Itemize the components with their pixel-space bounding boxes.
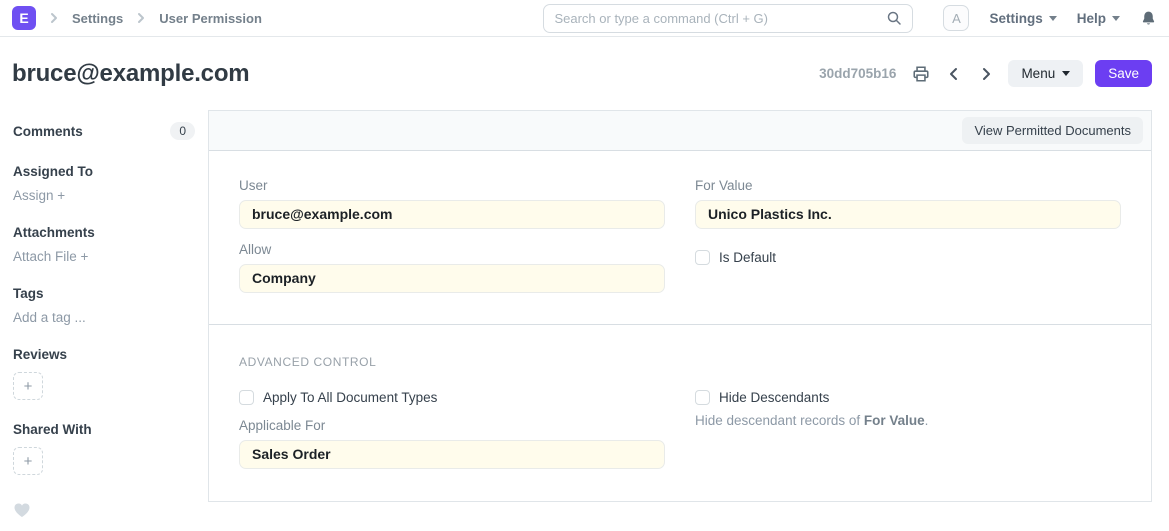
description-text: .	[925, 413, 929, 428]
page-body: Comments 0 Assigned To Assign + Attachme…	[0, 110, 1169, 531]
allow-field-label: Allow	[239, 242, 665, 257]
document-hash: 30dd705b16	[819, 66, 896, 81]
help-dropdown[interactable]: Help	[1077, 11, 1120, 26]
help-dropdown-label: Help	[1077, 11, 1106, 26]
settings-dropdown-label: Settings	[989, 11, 1042, 26]
app-logo[interactable]: E	[12, 6, 36, 30]
chevron-down-icon	[1062, 71, 1070, 76]
form-section-main: User bruce@example.com Allow Company For…	[209, 151, 1151, 325]
apply-to-all-document-types-label[interactable]: Apply To All Document Types	[263, 390, 437, 405]
attachments-heading: Attachments	[13, 225, 195, 240]
breadcrumb-chevron-icon	[133, 10, 149, 26]
breadcrumb-chevron-icon	[46, 10, 62, 26]
shared-with-heading: Shared With	[13, 422, 195, 437]
advanced-control-heading: ADVANCED CONTROL	[239, 355, 1121, 369]
for-value-field-label: For Value	[695, 178, 1121, 193]
column-right: Hide Descendants Hide descendant records…	[695, 369, 1121, 469]
is-default-checkbox[interactable]	[695, 250, 710, 265]
user-field-label: User	[239, 178, 665, 193]
page-title: bruce@example.com	[12, 60, 249, 88]
tags-heading: Tags	[13, 286, 195, 301]
previous-document-button[interactable]	[944, 64, 964, 84]
save-button[interactable]: Save	[1095, 60, 1152, 87]
is-default-label[interactable]: Is Default	[719, 250, 776, 265]
search-icon	[886, 10, 902, 26]
comments-count-badge: 0	[170, 122, 195, 140]
for-value-field[interactable]: Unico Plastics Inc.	[695, 200, 1121, 229]
breadcrumb-settings[interactable]: Settings	[72, 11, 123, 26]
navbar: E Settings User Permission A Settings He…	[0, 0, 1169, 37]
applicable-for-field[interactable]: Sales Order	[239, 440, 665, 469]
reviews-heading: Reviews	[13, 347, 195, 362]
print-icon[interactable]	[910, 63, 932, 85]
apply-to-all-document-types-checkbox[interactable]	[239, 390, 254, 405]
column-left: Apply To All Document Types Applicable F…	[239, 369, 665, 469]
add-review-button[interactable]: +	[13, 372, 43, 400]
user-field[interactable]: bruce@example.com	[239, 200, 665, 229]
comments-link[interactable]: Comments	[13, 124, 83, 139]
column-left: User bruce@example.com Allow Company	[239, 165, 665, 293]
menu-button[interactable]: Menu	[1008, 60, 1083, 87]
form-toolbar: View Permitted Documents	[209, 111, 1151, 151]
global-search[interactable]	[543, 4, 913, 33]
user-avatar[interactable]: A	[943, 5, 969, 31]
share-button[interactable]: +	[13, 447, 43, 475]
assigned-to-heading: Assigned To	[13, 164, 195, 179]
assign-button[interactable]: Assign +	[13, 188, 65, 203]
navbar-right: A Settings Help	[943, 5, 1157, 31]
page-actions: 30dd705b16 Menu Save	[819, 60, 1152, 87]
page-header: bruce@example.com 30dd705b16 Menu Save	[0, 37, 1169, 110]
attach-file-button[interactable]: Attach File +	[13, 249, 88, 264]
hide-descendants-label[interactable]: Hide Descendants	[719, 390, 829, 405]
form-sidebar: Comments 0 Assigned To Assign + Attachme…	[0, 110, 208, 531]
description-text: Hide descendant records of	[695, 413, 864, 428]
view-permitted-documents-button[interactable]: View Permitted Documents	[962, 117, 1143, 144]
column-right: For Value Unico Plastics Inc. Is Default	[695, 165, 1121, 293]
form-card: View Permitted Documents User bruce@exam…	[208, 110, 1152, 502]
menu-button-label: Menu	[1021, 66, 1055, 81]
allow-field[interactable]: Company	[239, 264, 665, 293]
search-input[interactable]	[554, 11, 886, 26]
breadcrumb-user-permission[interactable]: User Permission	[159, 11, 262, 26]
chevron-down-icon	[1049, 16, 1057, 21]
settings-dropdown[interactable]: Settings	[989, 11, 1056, 26]
add-tag-input[interactable]: Add a tag ...	[13, 310, 86, 325]
hide-descendants-checkbox[interactable]	[695, 390, 710, 405]
form-section-advanced: ADVANCED CONTROL Apply To All Document T…	[209, 325, 1151, 499]
next-document-button[interactable]	[976, 64, 996, 84]
notifications-bell-icon[interactable]	[1140, 10, 1157, 27]
like-heart-icon[interactable]	[13, 502, 195, 525]
chevron-down-icon	[1112, 16, 1120, 21]
applicable-for-field-label: Applicable For	[239, 418, 665, 433]
description-bold-text: For Value	[864, 413, 925, 428]
hide-descendants-description: Hide descendant records of For Value.	[695, 413, 1121, 428]
